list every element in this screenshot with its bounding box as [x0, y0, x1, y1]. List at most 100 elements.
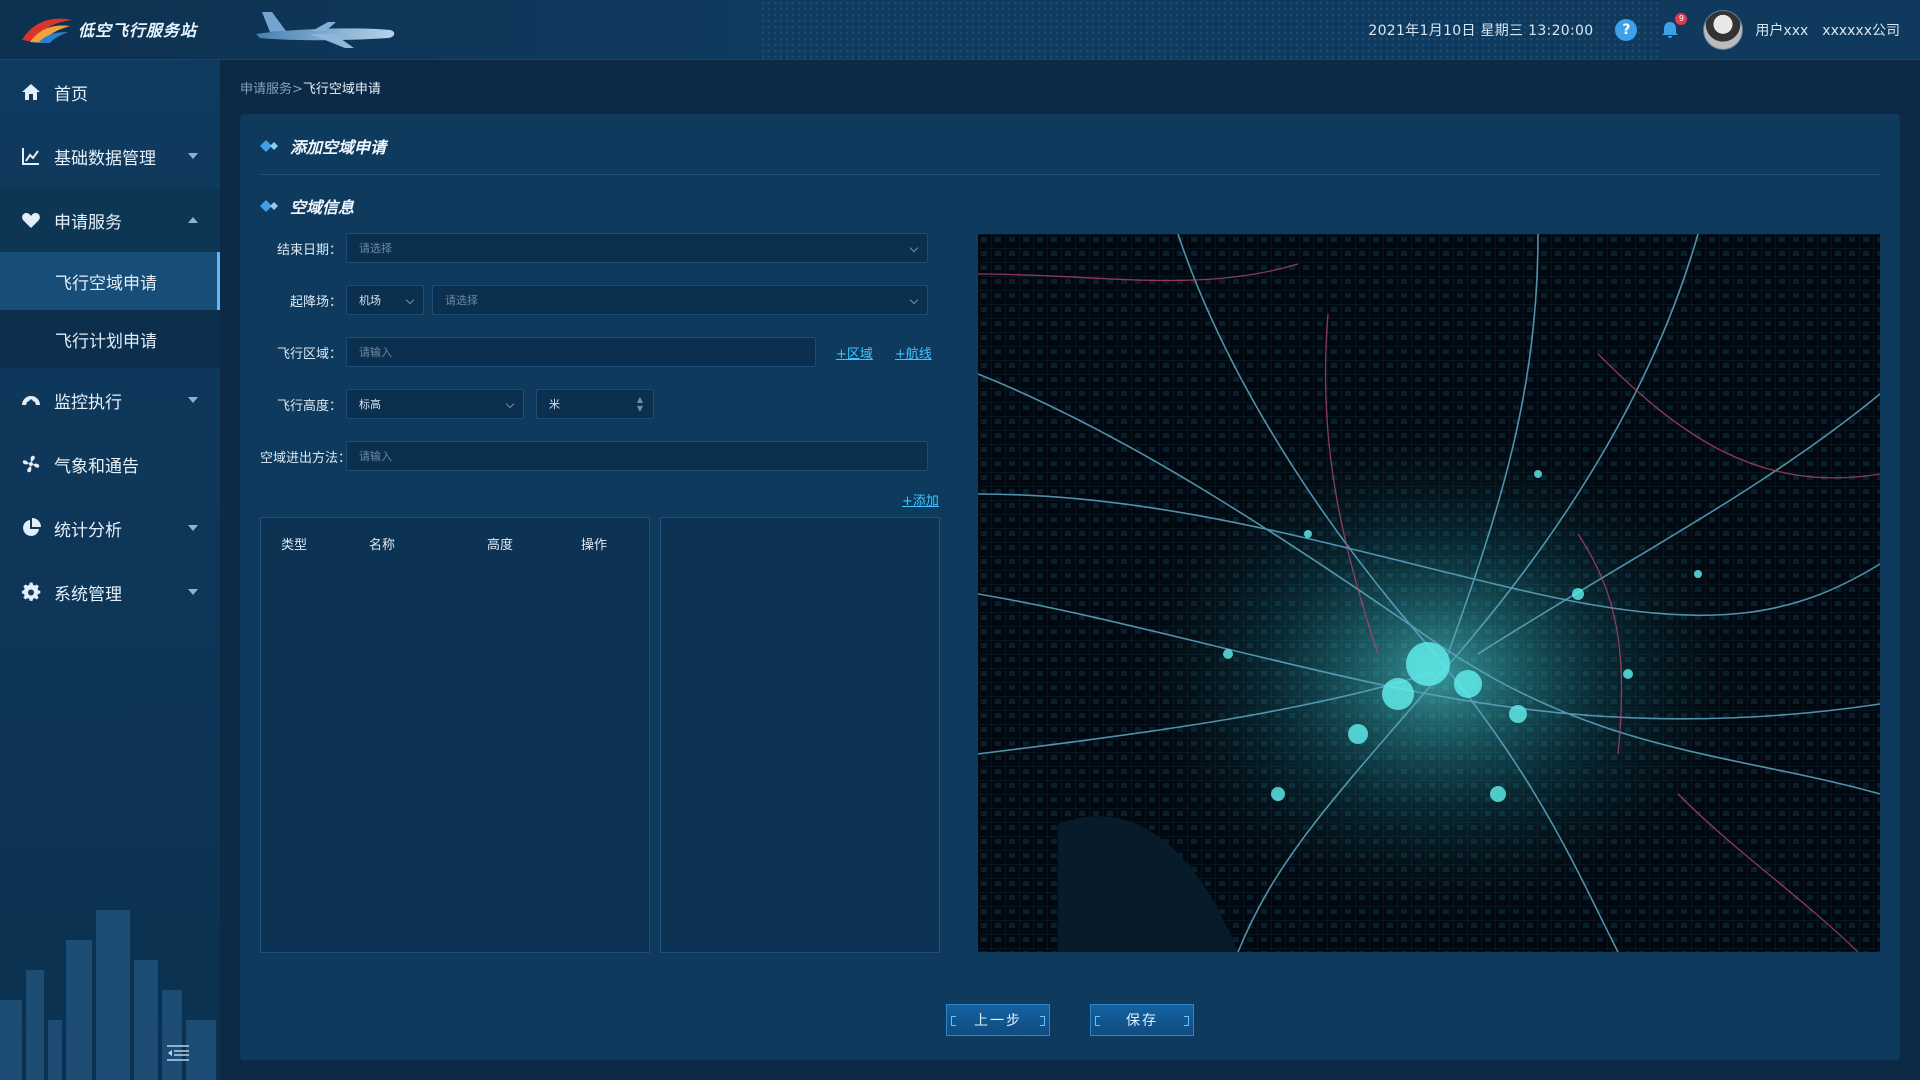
chevron-down-icon [909, 243, 919, 253]
breadcrumb-parent[interactable]: 申请服务> [240, 82, 303, 97]
notification-badge: 9 [1675, 13, 1688, 25]
current-datetime: 2021年1月10日 星期三 13:20:00 [1368, 23, 1594, 39]
airport-select[interactable]: 请选择 [432, 285, 928, 315]
detail-box [660, 517, 940, 953]
sidebar-item-statistics[interactable]: 统计分析 [0, 496, 220, 560]
flight-area-label: 飞行区域： [276, 346, 342, 362]
entry-method-input[interactable]: 请输入 [346, 441, 928, 471]
fan-icon [20, 453, 42, 475]
chevron-down-icon [505, 399, 515, 409]
airspace-table: 类型 名称 高度 操作 [260, 517, 650, 953]
collapse-menu-icon[interactable] [166, 1044, 190, 1062]
airport-placeholder: 请选择 [445, 294, 478, 307]
chart-icon [20, 145, 42, 167]
altitude-unit-value: 米 [549, 398, 560, 411]
sidebar-item-monitor[interactable]: 监控执行 [0, 368, 220, 432]
section-title-text: 空域信息 [290, 198, 355, 217]
app-title: 低空飞行服务站 [78, 21, 198, 40]
bell-icon[interactable]: 9 [1659, 13, 1688, 41]
col-name: 名称 [369, 537, 396, 553]
sidebar-item-label: 系统管理 [54, 584, 122, 605]
section-title-text: 添加空域申请 [290, 138, 387, 157]
sidebar-subitem-flight-plan[interactable]: 飞行计划申请 [0, 310, 220, 368]
app-logo[interactable]: 低空飞行服务站 [20, 14, 197, 44]
airport-type-value: 机场 [359, 294, 381, 307]
airport-label: 起降场： [289, 294, 342, 310]
home-icon [20, 81, 42, 103]
header-right: 2021年1月10日 星期三 13:20:00 ? 9 用户xxx xxxxxx… [1368, 0, 1900, 60]
sidebar-item-system[interactable]: 系统管理 [0, 560, 220, 624]
altitude-unit-stepper[interactable]: 米 ▲ ▼ [536, 389, 654, 419]
altitude-label: 飞行高度： [276, 398, 342, 414]
end-date-label: 结束日期： [276, 242, 342, 258]
sidebar-subitem-label: 飞行计划申请 [55, 331, 157, 352]
col-action: 操作 [581, 537, 608, 553]
altitude-type-select[interactable]: 标高 [346, 389, 524, 419]
chevron-down-icon [188, 397, 198, 403]
main-panel: 添加空域申请 空域信息 结束日期： 请选择 起降场： 机场 请选择 飞行区域： … [240, 114, 1900, 1060]
save-label: 保存 [1126, 1013, 1158, 1029]
sidebar-item-label: 监控执行 [54, 392, 122, 413]
chevron-down-icon [188, 153, 198, 159]
stepper-arrows-icon[interactable]: ▲ ▼ [637, 395, 643, 413]
add-area-link[interactable]: +区域 [836, 343, 873, 362]
form-row-altitude: 飞行高度： 标高 米 ▲ ▼ [260, 388, 654, 420]
sidebar-item-label: 统计分析 [54, 520, 122, 541]
flight-area-input[interactable]: 请输入 [346, 337, 816, 367]
sidebar: 首页 基础数据管理 申请服务 飞行空域申请 飞行计划申请 监控执行 气象和通告 [0, 60, 220, 1080]
form-row-end-date: 结束日期： 请选择 [260, 232, 928, 264]
entry-method-label: 空域进出方法： [260, 450, 352, 466]
sidebar-item-basic-data[interactable]: 基础数据管理 [0, 124, 220, 188]
sidebar-item-label: 基础数据管理 [54, 148, 156, 169]
form-row-entry-method: 空域进出方法： 请输入 [260, 440, 928, 472]
prev-step-button[interactable]: 上一步 [946, 1004, 1050, 1036]
airplane-decoration-icon [256, 12, 395, 48]
help-icon[interactable]: ? [1615, 19, 1638, 41]
chevron-down-icon [188, 589, 198, 595]
gear-icon [20, 581, 42, 603]
add-route-link[interactable]: +航线 [895, 343, 932, 362]
sidebar-submenu: 飞行空域申请 飞行计划申请 [0, 252, 220, 368]
form-row-airport: 起降场： 机场 请选择 [260, 284, 928, 316]
add-row-link[interactable]: +添加 [902, 490, 939, 509]
chevron-down-icon [405, 295, 415, 305]
col-height: 高度 [487, 537, 514, 553]
section-title-add-airspace: 添加空域申请 [260, 134, 386, 158]
chevron-up-icon [188, 217, 198, 223]
airport-type-select[interactable]: 机场 [346, 285, 424, 315]
sidebar-subitem-airspace-apply[interactable]: 飞行空域申请 [0, 252, 220, 310]
diamond-bullet-icon [260, 140, 278, 152]
prev-step-label: 上一步 [974, 1013, 1022, 1029]
sidebar-item-label: 申请服务 [54, 212, 122, 233]
sidebar-item-label: 首页 [54, 84, 88, 105]
user-name[interactable]: 用户xxx [1755, 20, 1808, 40]
flight-area-placeholder: 请输入 [359, 346, 392, 359]
diamond-bullet-icon [260, 200, 278, 212]
breadcrumb-current: 飞行空域申请 [302, 82, 381, 97]
chevron-down-icon [188, 525, 198, 531]
top-header: 低空飞行服务站 2021年1月10日 星期三 13:20:00 ? 9 用户xx… [0, 0, 1920, 60]
heart-icon [20, 209, 42, 231]
sidebar-subitem-label: 飞行空域申请 [55, 273, 157, 294]
logo-mark-icon [22, 18, 72, 43]
section-divider [260, 174, 1880, 175]
sidebar-item-home[interactable]: 首页 [0, 60, 220, 124]
form-row-flight-area: 飞行区域： 请输入 +区域 +航线 [260, 336, 932, 368]
col-type: 类型 [281, 537, 308, 553]
table-header: 类型 名称 高度 操作 [261, 518, 649, 568]
entry-method-placeholder: 请输入 [359, 450, 392, 463]
breadcrumb: 申请服务>飞行空域申请 [240, 78, 381, 97]
altitude-type-value: 标高 [359, 398, 381, 411]
chevron-down-icon [909, 295, 919, 305]
avatar[interactable] [1703, 10, 1744, 50]
sidebar-item-apply-service[interactable]: 申请服务 [0, 188, 220, 252]
company-name: xxxxxx公司 [1822, 23, 1900, 39]
pie-icon [20, 517, 42, 539]
sidebar-item-weather[interactable]: 气象和通告 [0, 432, 220, 496]
end-date-placeholder: 请选择 [359, 242, 392, 255]
city-map[interactable] [978, 234, 1880, 952]
end-date-select[interactable]: 请选择 [346, 233, 928, 263]
section-title-airspace-info: 空域信息 [260, 194, 354, 218]
dashboard-icon [20, 389, 42, 411]
save-button[interactable]: 保存 [1090, 1004, 1194, 1036]
